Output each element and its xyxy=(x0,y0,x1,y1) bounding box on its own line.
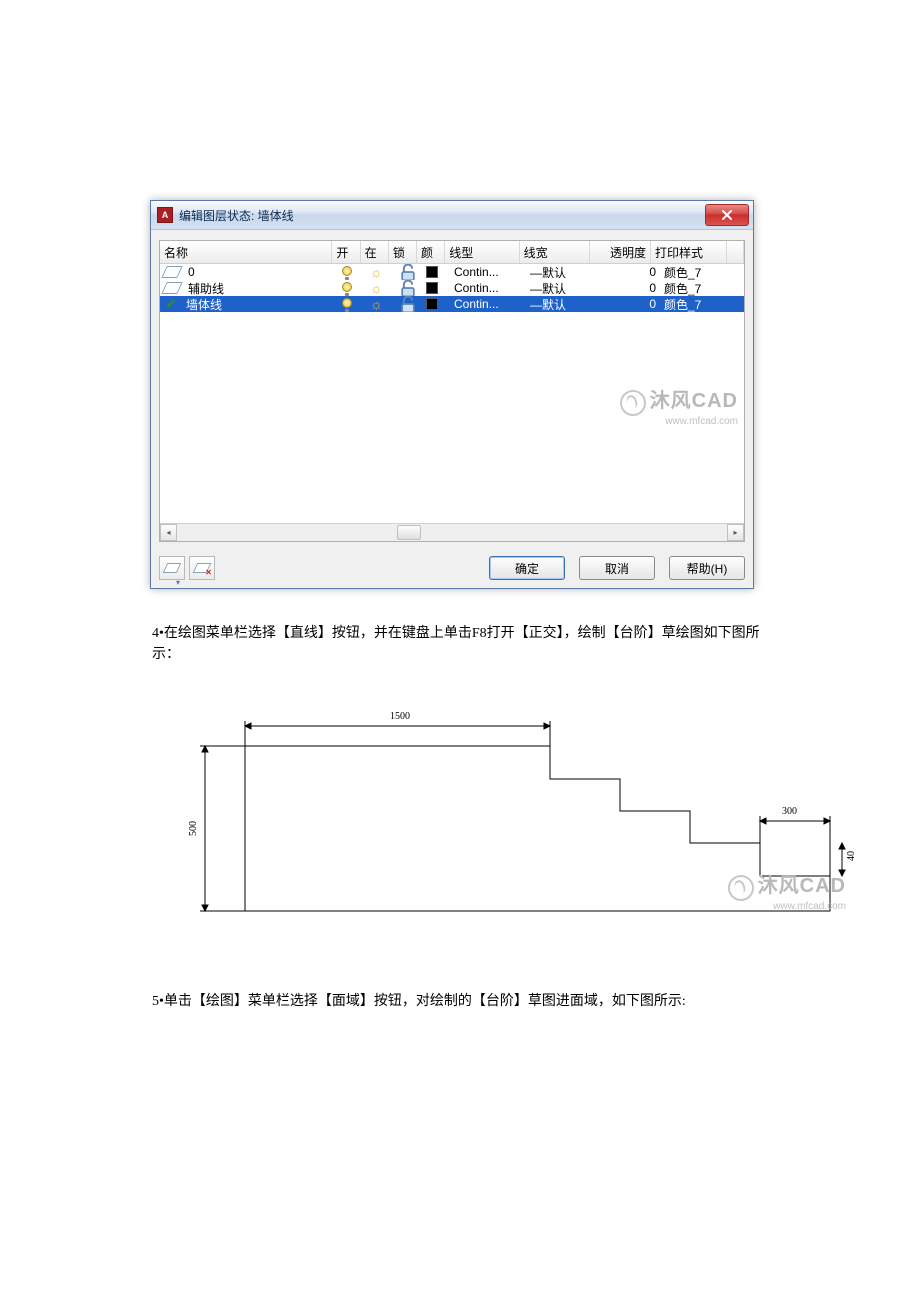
cell-plotstyle[interactable]: 颜色_7 xyxy=(660,296,738,312)
close-button[interactable] xyxy=(705,204,749,226)
sun-icon[interactable] xyxy=(370,282,382,294)
help-button[interactable]: 帮助(H) xyxy=(669,556,745,580)
close-icon xyxy=(722,210,732,220)
color-swatch[interactable] xyxy=(426,266,438,278)
new-layer-button[interactable] xyxy=(159,556,185,580)
dialog-titlebar[interactable]: 编辑图层状态: 墙体线 xyxy=(151,201,753,230)
delete-corner-icon xyxy=(205,562,212,578)
col-freeze[interactable]: 在 xyxy=(361,241,389,263)
layer-icon xyxy=(161,282,183,294)
cell-transparency[interactable]: 0 xyxy=(598,296,660,312)
layer-icon xyxy=(161,266,183,278)
cell-plotstyle[interactable]: 颜色_7 xyxy=(660,264,738,280)
bulb-icon[interactable] xyxy=(342,282,352,294)
col-lock[interactable]: 锁 xyxy=(389,241,417,263)
delete-layer-button[interactable] xyxy=(189,556,215,580)
col-color[interactable]: 颜 xyxy=(417,241,445,263)
app-icon xyxy=(157,207,173,223)
layer-row[interactable]: 辅助线 Contin... —默认 0 颜色_7 xyxy=(160,280,744,296)
dim-top-1500: 1500 xyxy=(390,711,410,722)
lock-open-icon[interactable] xyxy=(398,296,418,312)
instruction-paragraph-5: 5•单击【绘图】菜单栏选择【面域】按钮，对绘制的【台阶】草图进面域，如下图所示: xyxy=(152,991,778,1012)
layer-row-selected[interactable]: 墙体线 Contin... —默认 0 颜色_7 xyxy=(160,296,744,312)
scroll-track[interactable] xyxy=(177,524,727,541)
cell-linetype[interactable]: Contin... xyxy=(450,264,526,280)
col-linetype[interactable]: 线型 xyxy=(445,241,519,263)
cell-linetype[interactable]: Contin... xyxy=(450,296,526,312)
dialog-toolbar: 确定 取消 帮助(H) xyxy=(159,556,745,580)
lock-open-icon[interactable] xyxy=(398,280,418,296)
cell-lineweight[interactable]: —默认 xyxy=(526,264,598,280)
cell-lineweight[interactable]: —默认 xyxy=(526,296,598,312)
cell-transparency[interactable]: 0 xyxy=(598,280,660,296)
layer-name: 辅助线 xyxy=(188,280,224,296)
cancel-button[interactable]: 取消 xyxy=(579,556,655,580)
layer-name: 墙体线 xyxy=(186,296,222,312)
instruction-paragraph-4: 4•在绘图菜单栏选择【直线】按钮，并在键盘上单击F8打开【正交】，绘制【台阶】草… xyxy=(152,623,778,665)
dialog-title: 编辑图层状态: 墙体线 xyxy=(179,207,294,224)
dim-left-500: 500 xyxy=(188,821,199,836)
layer-name: 0 xyxy=(188,265,195,279)
watermark: 沐风CAD www.mfcad.com xyxy=(620,384,738,427)
dim-far-right-40: 40 xyxy=(846,851,857,861)
layer-list-panel: 名称 开 在 锁 颜 线型 线宽 透明度 打印样式 xyxy=(159,240,745,542)
layer-list-rows: 0 Contin... —默认 0 颜色_7 xyxy=(160,264,744,523)
color-swatch[interactable] xyxy=(426,298,438,310)
step-sketch-diagram: 1500 500 300 40 沐风CAD www.mfcad.com xyxy=(170,701,850,931)
scroll-right-button[interactable]: ▸ xyxy=(727,524,744,541)
col-name[interactable]: 名称 xyxy=(160,241,332,263)
col-transparency[interactable]: 透明度 xyxy=(590,241,651,263)
add-corner-icon xyxy=(176,572,182,578)
color-swatch[interactable] xyxy=(426,282,438,294)
cell-plotstyle[interactable]: 颜色_7 xyxy=(660,280,738,296)
cell-lineweight[interactable]: —默认 xyxy=(526,280,598,296)
layer-row[interactable]: 0 Contin... —默认 0 颜色_7 xyxy=(160,264,744,280)
bulb-icon[interactable] xyxy=(342,298,352,310)
scroll-thumb[interactable] xyxy=(397,525,421,540)
scroll-left-button[interactable]: ◂ xyxy=(160,524,177,541)
lock-open-icon[interactable] xyxy=(398,264,418,280)
ok-button[interactable]: 确定 xyxy=(489,556,565,580)
sun-icon[interactable] xyxy=(370,298,382,310)
col-lineweight[interactable]: 线宽 xyxy=(520,241,591,263)
layer-list-header: 名称 开 在 锁 颜 线型 线宽 透明度 打印样式 xyxy=(160,241,744,264)
dim-right-300: 300 xyxy=(782,806,797,817)
col-on[interactable]: 开 xyxy=(332,241,360,263)
sun-icon[interactable] xyxy=(370,266,382,278)
horizontal-scrollbar[interactable]: ◂ ▸ xyxy=(160,523,744,541)
edit-layer-state-dialog: 编辑图层状态: 墙体线 名称 开 在 锁 颜 线型 线宽 透明度 xyxy=(150,200,754,589)
dialog-body: 名称 开 在 锁 颜 线型 线宽 透明度 打印样式 xyxy=(151,230,753,588)
col-plotstyle[interactable]: 打印样式 xyxy=(651,241,727,263)
cell-linetype[interactable]: Contin... xyxy=(450,280,526,296)
check-icon xyxy=(164,298,178,310)
bulb-icon[interactable] xyxy=(342,266,352,278)
cell-transparency[interactable]: 0 xyxy=(598,264,660,280)
